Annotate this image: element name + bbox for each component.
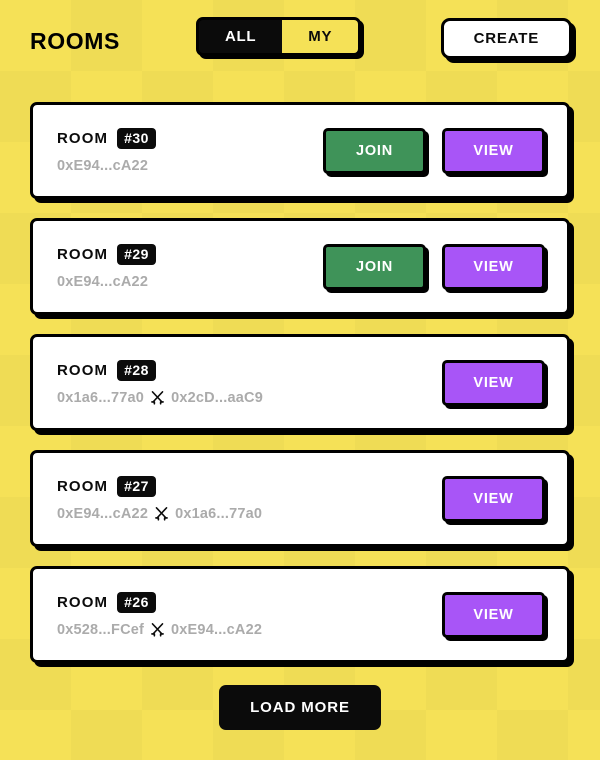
player-address: 0xE94...cA22	[57, 157, 149, 174]
room-players: 0xE94...cA22	[57, 274, 156, 290]
room-title-row: ROOM #28	[57, 359, 263, 381]
crossed-swords-icon	[154, 506, 169, 521]
list-footer: LOAD MORE	[0, 685, 600, 730]
room-label: ROOM	[57, 129, 109, 147]
room-actions: VIEW	[442, 591, 545, 638]
room-players: 0xE94...cA22	[57, 158, 156, 174]
room-label: ROOM	[57, 593, 109, 611]
room-actions: VIEW	[442, 475, 545, 522]
player-address: 0x528...FCef	[57, 621, 145, 638]
room-players: 0x528...FCef 0xE94...cA22	[57, 622, 262, 638]
room-info: ROOM #26 0x528...FCef 0xE94...cA22	[57, 591, 262, 638]
room-info: ROOM #28 0x1a6...77a0 0x2cD...aaC9	[57, 359, 263, 406]
view-room-button[interactable]: VIEW	[442, 475, 545, 522]
room-card[interactable]: ROOM #28 0x1a6...77a0 0x2cD...aaC9 VIEW	[30, 334, 570, 431]
join-room-button[interactable]: JOIN	[323, 243, 426, 290]
room-card[interactable]: ROOM #27 0xE94...cA22 0x1a6...77a0 VIEW	[30, 450, 570, 547]
view-room-button[interactable]: VIEW	[442, 591, 545, 638]
room-actions: JOIN VIEW	[323, 243, 545, 290]
room-title-row: ROOM #26	[57, 591, 262, 613]
room-info: ROOM #29 0xE94...cA22	[57, 243, 156, 290]
room-title-row: ROOM #29	[57, 243, 156, 265]
load-more-button[interactable]: LOAD MORE	[219, 685, 381, 730]
filter-tab-all[interactable]: ALL	[199, 20, 283, 54]
crossed-swords-icon	[150, 622, 165, 637]
room-id-badge: #28	[117, 359, 156, 381]
room-players: 0x1a6...77a0 0x2cD...aaC9	[57, 390, 263, 406]
player-address: 0xE94...cA22	[171, 621, 263, 638]
room-id-badge: #29	[117, 243, 156, 265]
crossed-swords-icon	[150, 390, 165, 405]
room-actions: JOIN VIEW	[323, 127, 545, 174]
view-room-button[interactable]: VIEW	[442, 127, 545, 174]
room-players: 0xE94...cA22 0x1a6...77a0	[57, 506, 262, 522]
page-header: ROOMS ALL MY CREATE	[0, 0, 600, 82]
create-room-button[interactable]: CREATE	[440, 18, 572, 59]
room-list: ROOM #30 0xE94...cA22 JOIN VIEW ROOM #29	[0, 82, 600, 663]
room-card[interactable]: ROOM #29 0xE94...cA22 JOIN VIEW	[30, 218, 570, 315]
room-filter-toggle[interactable]: ALL MY	[196, 17, 362, 57]
view-room-button[interactable]: VIEW	[442, 359, 545, 406]
player-address: 0x1a6...77a0	[175, 505, 263, 522]
room-label: ROOM	[57, 361, 109, 379]
room-card[interactable]: ROOM #30 0xE94...cA22 JOIN VIEW	[30, 102, 570, 199]
room-title-row: ROOM #27	[57, 475, 262, 497]
room-label: ROOM	[57, 477, 109, 495]
room-info: ROOM #27 0xE94...cA22 0x1a6...77a0	[57, 475, 262, 522]
join-room-button[interactable]: JOIN	[323, 127, 426, 174]
room-id-badge: #30	[117, 127, 156, 149]
player-address: 0xE94...cA22	[57, 505, 149, 522]
player-address: 0x1a6...77a0	[57, 389, 145, 406]
room-id-badge: #27	[117, 475, 156, 497]
player-address: 0xE94...cA22	[57, 273, 149, 290]
view-room-button[interactable]: VIEW	[442, 243, 545, 290]
room-id-badge: #26	[117, 591, 156, 613]
room-card[interactable]: ROOM #26 0x528...FCef 0xE94...cA22 VIEW	[30, 566, 570, 663]
room-title-row: ROOM #30	[57, 127, 156, 149]
filter-tab-my[interactable]: MY	[282, 20, 359, 54]
room-label: ROOM	[57, 245, 109, 263]
room-actions: VIEW	[442, 359, 545, 406]
page-title: ROOMS	[30, 27, 120, 54]
rooms-page: ROOMS ALL MY CREATE ROOM #30 0xE94...cA2…	[0, 0, 600, 760]
room-info: ROOM #30 0xE94...cA22	[57, 127, 156, 174]
player-address: 0x2cD...aaC9	[171, 389, 263, 406]
